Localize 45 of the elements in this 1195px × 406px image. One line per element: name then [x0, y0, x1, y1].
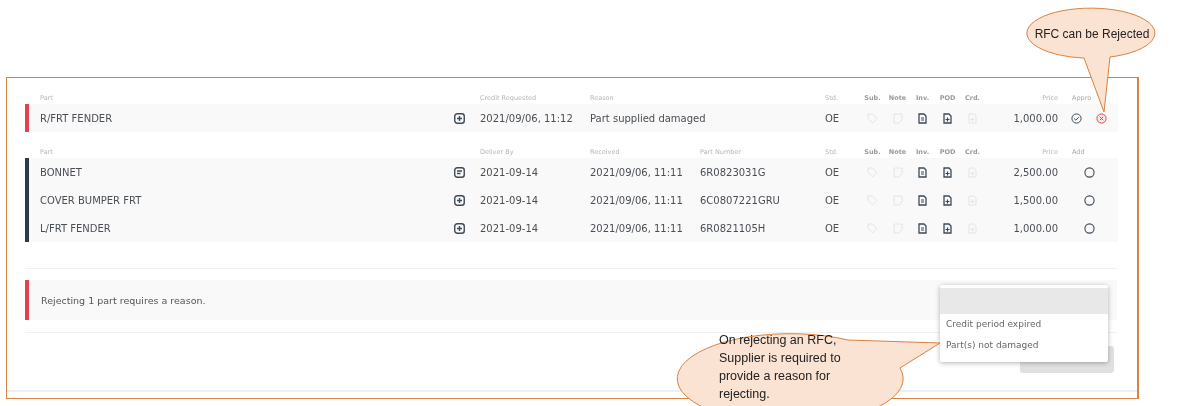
price: 1,500.00	[985, 186, 1060, 214]
document-add-icon[interactable]	[943, 222, 952, 234]
radio-button[interactable]	[1083, 166, 1095, 178]
document-icon[interactable]	[918, 222, 927, 234]
radio-button[interactable]	[1083, 194, 1095, 206]
part-name: L/FRT FENDER	[29, 214, 448, 242]
part-name: R/FRT FENDER	[29, 104, 448, 132]
document-icon[interactable]	[918, 112, 927, 124]
part-name: BONNET	[29, 158, 448, 186]
status-bar	[25, 104, 29, 132]
price: 1,000.00	[985, 214, 1060, 242]
document-icon[interactable]	[918, 166, 927, 178]
table-cell: 6C0807221GRU	[690, 186, 815, 214]
table-cell: 2021/09/06, 11:12	[470, 104, 580, 132]
add-icon[interactable]	[453, 112, 465, 124]
table-cell: 2021-09-14	[470, 186, 580, 214]
approve-icon[interactable]	[1071, 112, 1082, 124]
dropdown-option[interactable]: Part(s) not damaged	[940, 335, 1108, 356]
document-add-icon[interactable]	[943, 166, 952, 178]
table-cell: OE	[815, 186, 860, 214]
price: 2,500.00	[985, 158, 1060, 186]
table-cell: OE	[815, 158, 860, 186]
table-cell: 2021/09/06, 11:11	[580, 186, 690, 214]
callout-text: RFC can be Rejected	[1033, 27, 1151, 41]
add-icon[interactable]	[453, 194, 465, 206]
table-cell: 6R0821105H	[690, 214, 815, 242]
table-cell: Part supplied damaged	[580, 104, 815, 132]
part-name: COVER BUMPER FRT	[29, 186, 448, 214]
table-cell: OE	[815, 214, 860, 242]
table-cell: 6R0823031G	[690, 158, 815, 186]
document-icon[interactable]	[918, 194, 927, 206]
add-icon[interactable]	[453, 222, 465, 234]
radio-button[interactable]	[1083, 222, 1095, 234]
reject-icon[interactable]	[1096, 112, 1107, 124]
table-cell: 2021/09/06, 11:11	[580, 214, 690, 242]
table-cell: 2021/09/06, 11:11	[580, 158, 690, 186]
document-add-icon[interactable]	[943, 194, 952, 206]
note-icon[interactable]	[453, 166, 465, 178]
table-cell: OE	[815, 104, 860, 132]
price: 1,000.00	[985, 104, 1060, 132]
document-add-icon[interactable]	[943, 112, 952, 124]
table-cell: 2021-09-14	[470, 158, 580, 186]
table-cell: 2021-09-14	[470, 214, 580, 242]
alert-text: Rejecting 1 part requires a reason.	[41, 294, 206, 306]
dropdown-option[interactable]: Credit period expired	[940, 314, 1108, 335]
